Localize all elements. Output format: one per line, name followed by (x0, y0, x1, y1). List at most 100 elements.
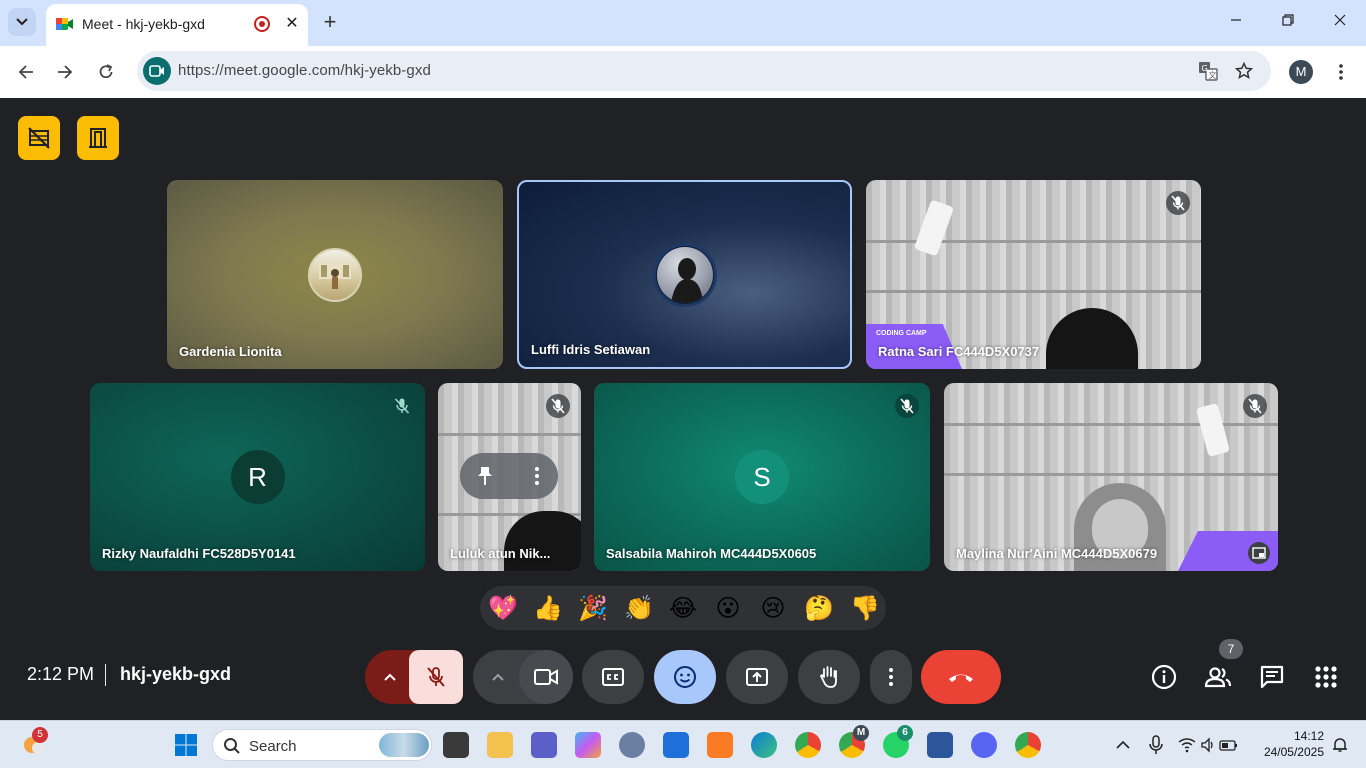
microsoft-store-icon[interactable] (663, 732, 689, 758)
forward-button[interactable] (52, 59, 78, 85)
mic-off-badge (389, 393, 415, 419)
copilot-icon[interactable] (575, 732, 601, 758)
participant-tile[interactable]: R Rizky Naufaldhi FC528D5Y0141 (90, 383, 425, 571)
close-window-button[interactable] (1326, 10, 1354, 34)
teams-icon[interactable] (531, 732, 557, 758)
back-button[interactable] (13, 59, 39, 85)
browser-menu-button[interactable] (1331, 60, 1351, 84)
audio-options-button[interactable] (365, 650, 415, 704)
chrome-icon[interactable] (795, 732, 821, 758)
reaction-clapping[interactable]: 👏 (624, 594, 654, 622)
picture-in-picture-button[interactable] (1248, 542, 1270, 564)
file-explorer-icon[interactable] (487, 732, 513, 758)
reaction-party-popper[interactable]: 🎉 (578, 594, 608, 622)
chrome-active-icon[interactable]: M (839, 725, 869, 758)
reaction-sparkling-heart[interactable]: 💖 (488, 594, 518, 622)
person-video (504, 511, 581, 571)
svg-text:G: G (1202, 64, 1208, 73)
present-screen-button[interactable] (726, 650, 788, 704)
clock-time[interactable]: 14:12 (1258, 729, 1324, 743)
participant-name: Luluk atun Nik... (450, 546, 551, 561)
mic-off-badge (545, 393, 571, 419)
mic-toggle-button[interactable] (409, 650, 463, 704)
video-options-button[interactable] (473, 650, 523, 704)
video-camera-icon (534, 669, 558, 685)
reaction-thumbs-up[interactable]: 👍 (533, 594, 563, 622)
notifications-button[interactable] (1332, 737, 1348, 753)
system-tray-status[interactable] (1178, 737, 1238, 753)
reaction-laughing[interactable]: 😂 (669, 594, 697, 622)
new-tab-button[interactable]: + (318, 10, 342, 34)
recording-indicator-button[interactable] (18, 116, 60, 160)
participant-count-badge: 7 (1219, 639, 1243, 659)
show-hidden-icons-button[interactable] (1116, 737, 1130, 751)
captions-button[interactable] (582, 650, 644, 704)
wifi-volume-battery-icon (1178, 737, 1237, 753)
start-button[interactable] (174, 733, 198, 757)
activities-button[interactable] (1312, 663, 1340, 691)
xampp-icon[interactable] (707, 732, 733, 758)
participant-tile-hovered[interactable]: Luluk atun Nik... (438, 383, 581, 571)
participant-tile[interactable]: CODING CAMP Ratna Sari FC444D5X0737 (866, 180, 1201, 369)
reaction-thinking[interactable]: 🤔 (804, 594, 834, 622)
picture-in-picture-icon (1252, 547, 1266, 559)
chat-icon (1260, 665, 1284, 689)
people-button[interactable] (1204, 663, 1232, 691)
discord-icon[interactable] (971, 732, 997, 758)
present-screen-icon (746, 668, 768, 686)
site-info-button[interactable] (143, 57, 171, 85)
mic-off-icon (394, 398, 410, 414)
speaking-ring (652, 242, 717, 307)
tab-close-button[interactable]: ✕ (282, 14, 302, 34)
reload-button[interactable] (93, 59, 119, 85)
whatsapp-icon[interactable]: 6 (883, 725, 913, 758)
participant-tile[interactable]: Gardenia Lionita (167, 180, 503, 369)
breakout-room-button[interactable] (77, 116, 119, 160)
widgets-button[interactable]: 5 (20, 727, 48, 759)
pin-button[interactable] (472, 463, 498, 489)
browser-tab[interactable]: Meet - hkj-yekb-gxd ✕ (46, 4, 308, 46)
chat-button[interactable] (1258, 663, 1286, 691)
address-bar[interactable]: https://meet.google.com/hkj-yekb-gxd G文 (137, 51, 1271, 91)
word-icon[interactable] (927, 732, 953, 758)
meeting-details-button[interactable] (1150, 663, 1178, 691)
minimize-button[interactable] (1222, 10, 1250, 34)
restore-button[interactable] (1274, 10, 1302, 34)
task-view-icon[interactable] (443, 732, 469, 758)
participant-name: Maylina Nur'Aini MC444D5X0679 (956, 546, 1158, 561)
clock-date[interactable]: 24/05/2025 (1258, 745, 1324, 759)
reaction-surprised[interactable]: 😮 (714, 594, 742, 622)
chevron-up-icon (492, 673, 504, 681)
participant-tile[interactable]: Maylina Nur'Aini MC444D5X0679 (944, 383, 1278, 571)
calculator-app-icon[interactable] (619, 732, 645, 758)
reactions-button[interactable] (654, 650, 716, 704)
more-options-button[interactable] (870, 650, 912, 704)
meeting-code: hkj-yekb-gxd (120, 664, 232, 684)
lamp-decor (1195, 403, 1231, 457)
windows-taskbar: 5 Search M 6 14:12 24/05/2025 (0, 720, 1366, 768)
reaction-crying[interactable]: 😢 (759, 594, 787, 622)
reaction-thumbs-down[interactable]: 👎 (850, 594, 880, 622)
bookmark-button[interactable] (1233, 60, 1255, 82)
svg-text:文: 文 (1209, 70, 1217, 80)
taskbar-search[interactable]: Search (212, 729, 432, 761)
camera-toggle-button[interactable] (519, 650, 573, 704)
participant-tile-active[interactable]: Luffi Idris Setiawan (517, 180, 852, 369)
url-text[interactable]: https://meet.google.com/hkj-yekb-gxd (178, 62, 431, 79)
participant-name: Rizky Naufaldhi FC528D5Y0141 (102, 546, 296, 561)
restore-icon (1282, 14, 1294, 26)
raise-hand-button[interactable] (798, 650, 860, 704)
translate-button[interactable]: G文 (1197, 60, 1219, 82)
profile-avatar[interactable]: M (1289, 60, 1313, 84)
more-options-button[interactable] (524, 463, 550, 489)
more-vert-icon (535, 467, 539, 485)
participant-tile[interactable]: S Salsabila Mahiroh MC444D5X0605 (594, 383, 930, 571)
participant-name: Salsabila Mahiroh MC444D5X0605 (606, 546, 817, 561)
leave-call-button[interactable] (921, 650, 1001, 704)
search-highlight-image (379, 733, 429, 757)
microphone-tray-icon[interactable] (1148, 735, 1164, 755)
edge-icon[interactable] (751, 732, 777, 758)
tab-search-button[interactable] (8, 8, 36, 36)
chrome-alt-icon[interactable] (1015, 732, 1041, 758)
more-vert-icon (1339, 64, 1343, 80)
